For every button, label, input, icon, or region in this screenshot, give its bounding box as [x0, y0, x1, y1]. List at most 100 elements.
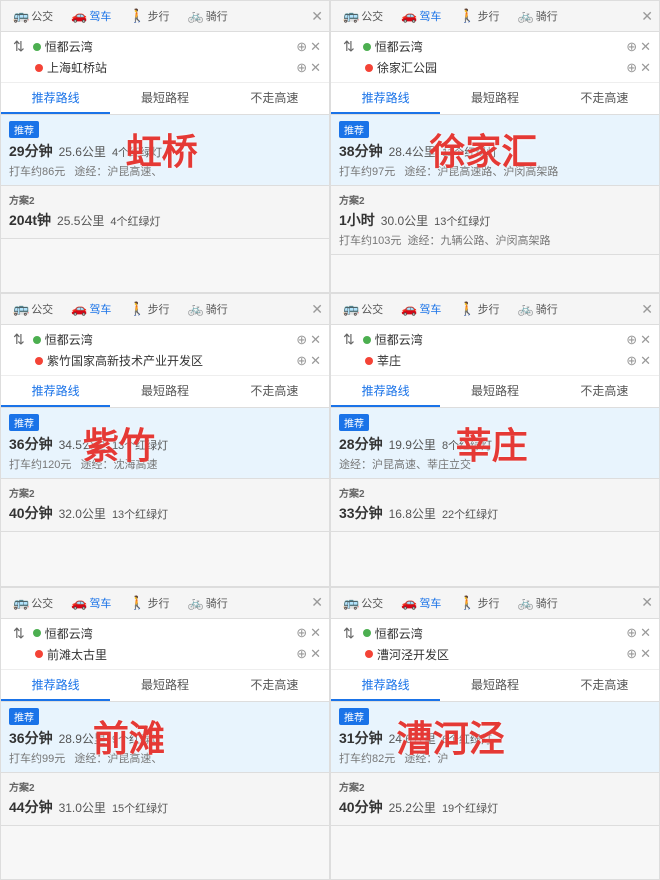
alt-card[interactable]: 方案2 204t钟 25.5公里 4个红绿灯 [1, 186, 329, 239]
destination-clear-icon[interactable]: ✕ [310, 646, 321, 662]
transport-bus-btn[interactable]: 🚌公交 [337, 5, 389, 27]
tab-shortest[interactable]: 最短路程 [110, 83, 219, 114]
transport-walk-btn[interactable]: 🚶步行 [453, 592, 505, 614]
recommend-card[interactable]: 推荐 36分钟 28.9公里 9个红绿灯 打车约99元 途经：沪昆高速、 [1, 702, 329, 773]
recommend-cost: 打车约86元 [9, 166, 65, 178]
recommend-card[interactable]: 推荐 29分钟 25.6公里 4个红绿灯 打车约86元 途经：沪昆高速、 [1, 115, 329, 186]
origin-clear-icon[interactable]: ✕ [310, 625, 321, 641]
origin-clear-icon[interactable]: ✕ [310, 39, 321, 55]
transport-bike-btn[interactable]: 🚲骑行 [512, 592, 564, 614]
destination-clear-icon[interactable]: ✕ [640, 353, 651, 369]
destination-clear-icon[interactable]: ✕ [640, 646, 651, 662]
transport-car-btn[interactable]: 🚗驾车 [65, 592, 117, 614]
transport-bus-btn[interactable]: 🚌公交 [7, 592, 59, 614]
transport-walk-btn[interactable]: 🚶步行 [123, 5, 175, 27]
destination-swap-icon[interactable]: ⊕ [626, 60, 637, 76]
tab-shortest[interactable]: 最短路程 [110, 376, 219, 407]
tab-recommend[interactable]: 推荐路线 [1, 670, 110, 701]
tab-recommend[interactable]: 推荐路线 [331, 83, 440, 114]
transport-bus-btn[interactable]: 🚌公交 [7, 298, 59, 320]
recommend-card[interactable]: 推荐 36分钟 34.5公里 13个红绿灯 打车约120元 途经：沈海高速 [1, 408, 329, 479]
recommend-card[interactable]: 推荐 28分钟 19.9公里 8个红绿灯 途经：沪昆高速、莘庄立交 [331, 408, 659, 479]
destination-swap-icon[interactable]: ⊕ [296, 60, 307, 76]
origin-clear-icon[interactable]: ✕ [640, 39, 651, 55]
transport-car-btn[interactable]: 🚗驾车 [65, 5, 117, 27]
swap-button[interactable]: ⇅ [339, 38, 359, 55]
alt-card[interactable]: 方案2 40分钟 32.0公里 13个红绿灯 [1, 479, 329, 532]
close-button[interactable]: ✕ [311, 594, 323, 611]
walk-icon: 🚶 [459, 8, 475, 24]
swap-button[interactable]: ⇅ [339, 331, 359, 348]
transport-car-btn[interactable]: 🚗驾车 [395, 298, 447, 320]
tab-recommend[interactable]: 推荐路线 [331, 670, 440, 701]
transport-bike-btn[interactable]: 🚲骑行 [182, 592, 234, 614]
swap-button[interactable]: ⇅ [9, 331, 29, 348]
close-button[interactable]: ✕ [641, 594, 653, 611]
destination-clear-icon[interactable]: ✕ [640, 60, 651, 76]
close-button[interactable]: ✕ [641, 8, 653, 25]
transport-bike-btn[interactable]: 🚲骑行 [182, 298, 234, 320]
origin-swap-icon[interactable]: ⊕ [296, 332, 307, 348]
origin-swap-icon[interactable]: ⊕ [626, 625, 637, 641]
transport-car-btn[interactable]: 🚗驾车 [395, 5, 447, 27]
destination-clear-icon[interactable]: ✕ [310, 60, 321, 76]
tab-recommend[interactable]: 推荐路线 [1, 83, 110, 114]
destination-clear-icon[interactable]: ✕ [310, 353, 321, 369]
tab-recommend[interactable]: 推荐路线 [331, 376, 440, 407]
origin-clear-icon[interactable]: ✕ [640, 625, 651, 641]
alt-lights: 15个红绿灯 [112, 800, 168, 816]
swap-button[interactable]: ⇅ [339, 625, 359, 642]
transport-bar: 🚌公交 🚗驾车 🚶步行 🚲骑行 ✕ [1, 1, 329, 32]
transport-walk-btn[interactable]: 🚶步行 [453, 5, 505, 27]
tab-nohighway[interactable]: 不走高速 [550, 670, 659, 701]
transport-bus-btn[interactable]: 🚌公交 [337, 592, 389, 614]
close-button[interactable]: ✕ [641, 301, 653, 318]
swap-button[interactable]: ⇅ [9, 38, 29, 55]
transport-walk-btn[interactable]: 🚶步行 [123, 298, 175, 320]
destination-swap-icon[interactable]: ⊕ [296, 353, 307, 369]
alt-card[interactable]: 方案2 33分钟 16.8公里 22个红绿灯 [331, 479, 659, 532]
tab-nohighway[interactable]: 不走高速 [220, 376, 329, 407]
tab-recommend[interactable]: 推荐路线 [1, 376, 110, 407]
recommend-label: 推荐 [9, 414, 39, 431]
alt-card[interactable]: 方案2 44分钟 31.0公里 15个红绿灯 [1, 773, 329, 826]
tab-shortest[interactable]: 最短路程 [440, 83, 549, 114]
transport-bike-btn[interactable]: 🚲骑行 [512, 298, 564, 320]
origin-swap-icon[interactable]: ⊕ [626, 332, 637, 348]
tab-shortest[interactable]: 最短路程 [440, 376, 549, 407]
tab-shortest[interactable]: 最短路程 [440, 670, 549, 701]
origin-clear-icon[interactable]: ✕ [640, 332, 651, 348]
tab-nohighway[interactable]: 不走高速 [220, 670, 329, 701]
recommend-card[interactable]: 推荐 31分钟 24.6公里 6个红绿灯 打车约82元 途经：沪 [331, 702, 659, 773]
transport-bus-btn[interactable]: 🚌公交 [337, 298, 389, 320]
destination-swap-icon[interactable]: ⊕ [626, 353, 637, 369]
origin-swap-icon[interactable]: ⊕ [626, 39, 637, 55]
transport-car-btn[interactable]: 🚗驾车 [395, 592, 447, 614]
transport-bus-btn[interactable]: 🚌公交 [7, 5, 59, 27]
tab-nohighway[interactable]: 不走高速 [220, 83, 329, 114]
tab-shortest[interactable]: 最短路程 [110, 670, 219, 701]
origin-swap-icon[interactable]: ⊕ [296, 625, 307, 641]
transport-walk-btn[interactable]: 🚶步行 [453, 298, 505, 320]
route-results: 推荐 36分钟 28.9公里 9个红绿灯 打车约99元 途经：沪昆高速、 方案2… [1, 702, 329, 879]
transport-bike-btn[interactable]: 🚲骑行 [182, 5, 234, 27]
destination-row: 前滩太古里 ⊕ ✕ [9, 646, 321, 663]
transport-walk-btn[interactable]: 🚶步行 [123, 592, 175, 614]
close-button[interactable]: ✕ [311, 8, 323, 25]
transport-bike-btn[interactable]: 🚲骑行 [512, 5, 564, 27]
destination-swap-icon[interactable]: ⊕ [626, 646, 637, 662]
bike-icon: 🚲 [518, 595, 534, 611]
close-button[interactable]: ✕ [311, 301, 323, 318]
origin-swap-icon[interactable]: ⊕ [296, 39, 307, 55]
tab-nohighway[interactable]: 不走高速 [550, 376, 659, 407]
alt-dist: 31.0公里 [59, 799, 106, 816]
destination-swap-icon[interactable]: ⊕ [296, 646, 307, 662]
transport-car-btn[interactable]: 🚗驾车 [65, 298, 117, 320]
alt-card[interactable]: 方案2 1小时 30.0公里 13个红绿灯 打车约103元 途经：九辆公路、沪闵… [331, 186, 659, 255]
walk-icon: 🚶 [459, 301, 475, 317]
origin-clear-icon[interactable]: ✕ [310, 332, 321, 348]
alt-card[interactable]: 方案2 40分钟 25.2公里 19个红绿灯 [331, 773, 659, 826]
swap-button[interactable]: ⇅ [9, 625, 29, 642]
tab-nohighway[interactable]: 不走高速 [550, 83, 659, 114]
recommend-card[interactable]: 推荐 38分钟 28.4公里 11个红绿灯 打车约97元 途经：沪昆高速路、沪闵… [331, 115, 659, 186]
